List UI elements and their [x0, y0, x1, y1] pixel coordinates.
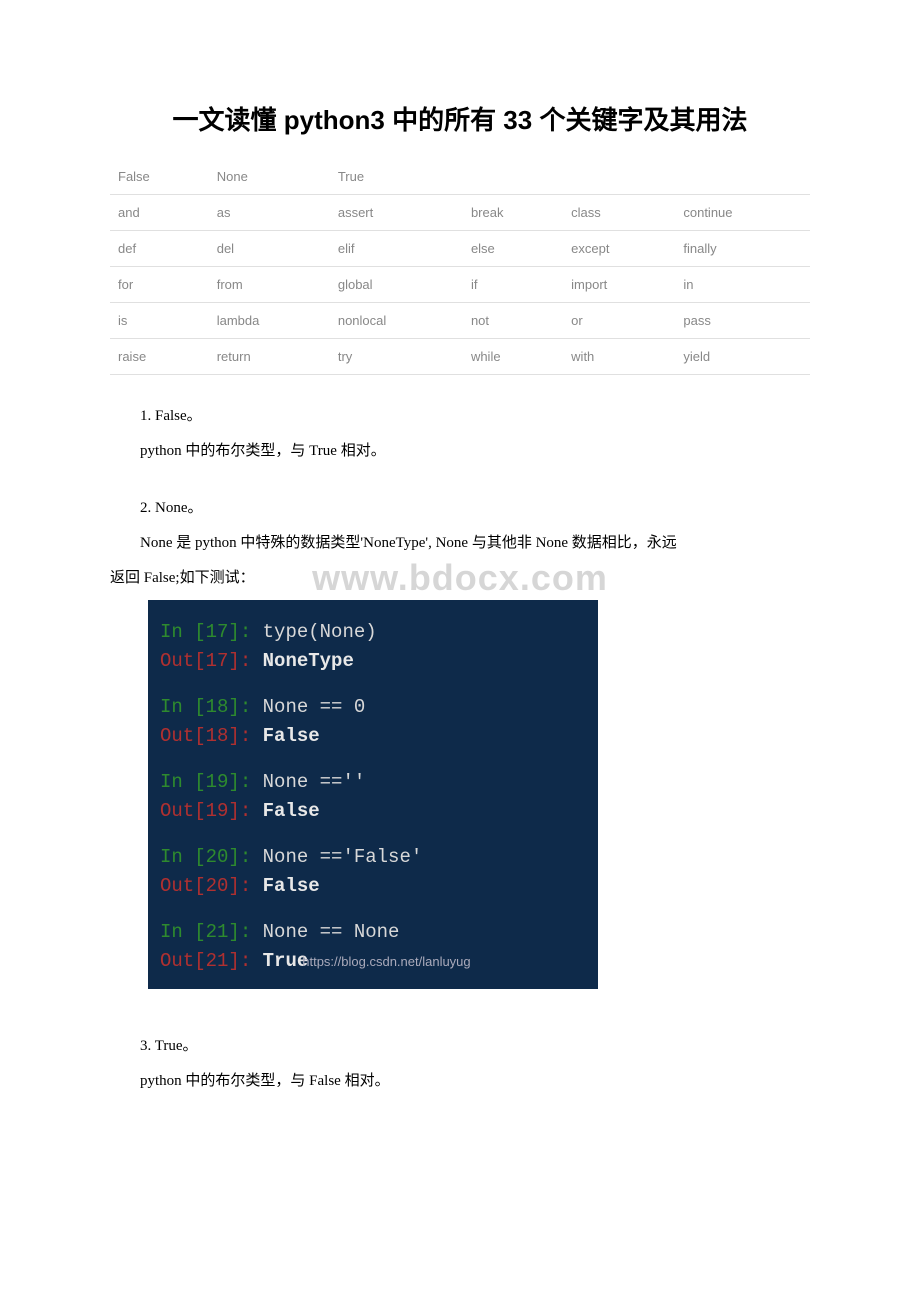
- terminal-block: In [19]: None =='' Out[19]: False: [160, 768, 586, 825]
- terminal-out-line: Out[19]: False: [160, 797, 586, 826]
- table-cell: del: [209, 231, 330, 267]
- table-cell: pass: [675, 303, 810, 339]
- table-cell: False: [110, 159, 209, 195]
- section-1-heading: 1. False。: [110, 403, 810, 430]
- table-cell: assert: [330, 195, 463, 231]
- keyword-table: False None True and as assert break clas…: [110, 159, 810, 375]
- table-row: and as assert break class continue: [110, 195, 810, 231]
- section-2-body-line2: 返回 False;如下测试：: [110, 565, 810, 592]
- table-cell: from: [209, 267, 330, 303]
- table-cell: yield: [675, 339, 810, 375]
- table-cell: [563, 159, 675, 195]
- section-2-body-line1: None 是 python 中特殊的数据类型'NoneType', None 与…: [110, 530, 810, 557]
- table-cell: try: [330, 339, 463, 375]
- table-cell: raise: [110, 339, 209, 375]
- table-cell: for: [110, 267, 209, 303]
- table-cell: break: [463, 195, 563, 231]
- table-cell: or: [563, 303, 675, 339]
- terminal-block: In [21]: None == None Out[21]: Truehttps…: [160, 918, 586, 975]
- page-title: 一文读懂 python3 中的所有 33 个关键字及其用法: [110, 100, 810, 137]
- table-cell: True: [330, 159, 463, 195]
- table-row: raise return try while with yield: [110, 339, 810, 375]
- table-cell: elif: [330, 231, 463, 267]
- table-cell: with: [563, 339, 675, 375]
- section-3-heading: 3. True。: [110, 1033, 810, 1060]
- terminal-block: In [20]: None =='False' Out[20]: False: [160, 843, 586, 900]
- blog-url-watermark: https://blog.csdn.net/lanluyug: [302, 954, 470, 969]
- terminal-in-line: In [19]: None =='': [160, 768, 586, 797]
- table-row: False None True: [110, 159, 810, 195]
- table-cell: if: [463, 267, 563, 303]
- section-3-body: python 中的布尔类型，与 False 相对。: [110, 1068, 810, 1095]
- terminal-in-line: In [17]: type(None): [160, 618, 586, 647]
- terminal-block: In [17]: type(None) Out[17]: NoneType: [160, 618, 586, 675]
- table-cell: finally: [675, 231, 810, 267]
- table-cell: continue: [675, 195, 810, 231]
- table-cell: as: [209, 195, 330, 231]
- terminal-out-line: Out[20]: False: [160, 872, 586, 901]
- document-page: 一文读懂 python3 中的所有 33 个关键字及其用法 False None…: [0, 0, 920, 1163]
- table-cell: and: [110, 195, 209, 231]
- table-cell: is: [110, 303, 209, 339]
- terminal-out-line: Out[17]: NoneType: [160, 647, 586, 676]
- table-cell: while: [463, 339, 563, 375]
- terminal-in-line: In [20]: None =='False': [160, 843, 586, 872]
- terminal-screenshot: In [17]: type(None) Out[17]: NoneType In…: [148, 600, 598, 989]
- section-2-heading: 2. None。: [110, 495, 810, 522]
- table-row: for from global if import in: [110, 267, 810, 303]
- table-cell: except: [563, 231, 675, 267]
- watermark-container: 返回 False;如下测试： www.bdocx.com In [17]: ty…: [110, 565, 810, 989]
- terminal-in-line: In [18]: None == 0: [160, 693, 586, 722]
- table-cell: [463, 159, 563, 195]
- table-cell: def: [110, 231, 209, 267]
- table-cell: else: [463, 231, 563, 267]
- section-1-body: python 中的布尔类型，与 True 相对。: [110, 438, 810, 465]
- table-cell: return: [209, 339, 330, 375]
- table-cell: class: [563, 195, 675, 231]
- table-row: is lambda nonlocal not or pass: [110, 303, 810, 339]
- terminal-in-line: In [21]: None == None: [160, 918, 586, 947]
- table-cell: in: [675, 267, 810, 303]
- table-cell: import: [563, 267, 675, 303]
- table-cell: global: [330, 267, 463, 303]
- table-cell: nonlocal: [330, 303, 463, 339]
- table-cell: lambda: [209, 303, 330, 339]
- terminal-block: In [18]: None == 0 Out[18]: False: [160, 693, 586, 750]
- table-row: def del elif else except finally: [110, 231, 810, 267]
- terminal-out-line: Out[18]: False: [160, 722, 586, 751]
- table-cell: None: [209, 159, 330, 195]
- table-cell: not: [463, 303, 563, 339]
- table-cell: [675, 159, 810, 195]
- terminal-out-line: Out[21]: Truehttps://blog.csdn.net/lanlu…: [160, 947, 586, 976]
